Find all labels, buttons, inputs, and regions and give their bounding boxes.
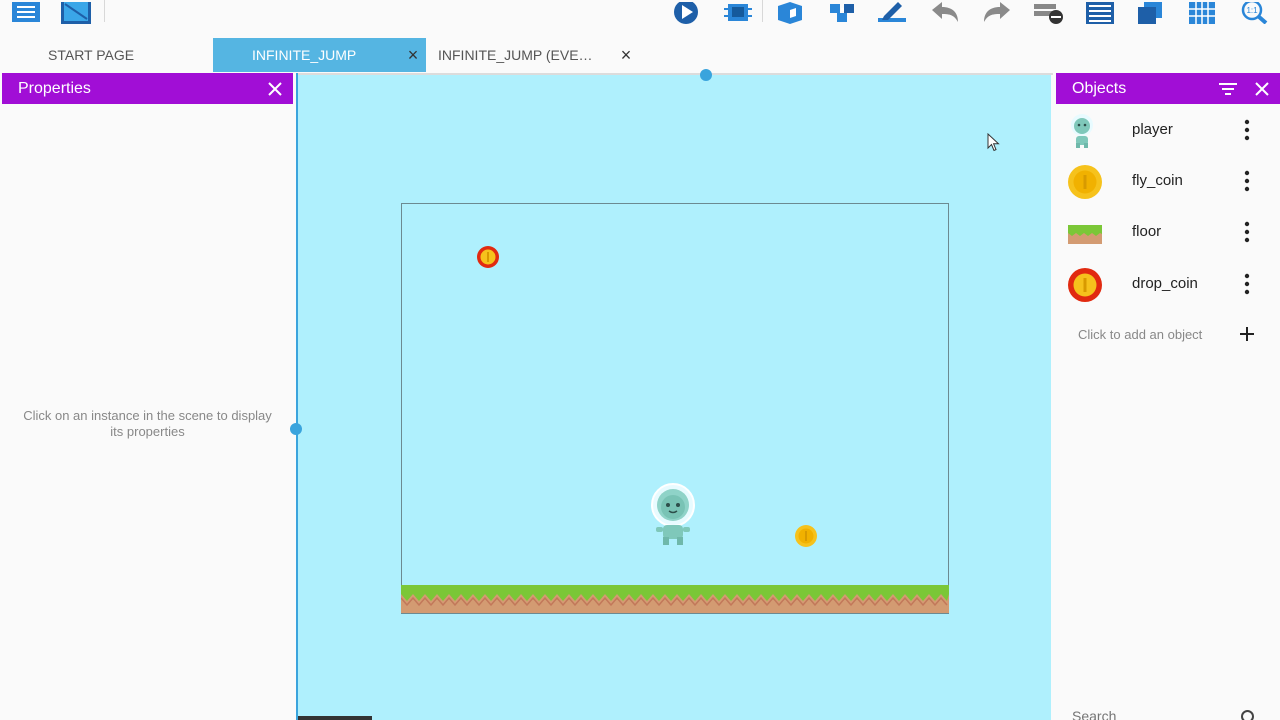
toolbar-separator — [104, 0, 105, 22]
panel-resize-handle[interactable] — [700, 69, 712, 81]
plus-icon — [1240, 327, 1254, 341]
scene-editor-icon[interactable] — [60, 0, 92, 26]
mouse-cursor-icon — [987, 133, 1000, 152]
panel-resize-handle[interactable] — [290, 423, 302, 435]
object-item-player[interactable]: player — [1056, 105, 1280, 155]
grid-icon[interactable] — [1186, 0, 1218, 26]
object-search — [1056, 703, 1280, 720]
object-name: floor — [1132, 223, 1162, 240]
more-options-icon[interactable] — [1242, 221, 1252, 243]
properties-empty-line: its properties — [110, 424, 185, 439]
fly-coin-instance[interactable] — [794, 524, 818, 548]
scene-scrollbar[interactable] — [298, 716, 372, 720]
zoom-reset-icon[interactable]: 1:1 — [1238, 0, 1270, 26]
more-options-icon[interactable] — [1242, 119, 1252, 141]
object-groups-icon[interactable] — [826, 0, 858, 26]
redo-icon[interactable] — [980, 0, 1012, 26]
instances-list-icon[interactable] — [1084, 0, 1116, 26]
gold-coin-icon — [1068, 165, 1102, 199]
search-input[interactable] — [1072, 708, 1242, 720]
properties-panel: Properties Click on an instance in the s… — [2, 73, 293, 720]
objects-title: Objects — [1072, 79, 1127, 97]
object-icon[interactable] — [774, 0, 806, 26]
tab-label: START PAGE — [48, 47, 135, 63]
layers-icon[interactable] — [1134, 0, 1166, 26]
game-editor-window: 1:1 START PAGE INFINITE_JUMP × INFINITE_… — [0, 0, 1280, 720]
toolbar: 1:1 — [0, 0, 1280, 34]
red-coin-icon — [1068, 268, 1102, 302]
objects-panel: Objects player fly_coin floor drop_coin … — [1056, 73, 1280, 720]
properties-empty-message: Click on an instance in the scene to dis… — [2, 408, 293, 440]
toolbar-separator — [762, 0, 763, 22]
floor-instance[interactable] — [401, 585, 949, 613]
filter-icon[interactable] — [1218, 80, 1238, 98]
delete-icon[interactable] — [1032, 0, 1064, 26]
debugger-icon[interactable] — [722, 0, 754, 26]
more-options-icon[interactable] — [1242, 170, 1252, 192]
drop-coin-instance[interactable] — [476, 245, 500, 269]
search-icon[interactable] — [1240, 709, 1258, 720]
close-icon[interactable] — [1253, 80, 1271, 98]
scene-top-border — [298, 73, 1053, 75]
properties-empty-line: Click on an instance in the scene to dis… — [23, 408, 272, 423]
properties-title: Properties — [18, 79, 91, 97]
player-instance[interactable] — [648, 483, 698, 547]
object-name: drop_coin — [1132, 275, 1198, 292]
undo-icon[interactable] — [930, 0, 962, 26]
objects-header: Objects — [1056, 73, 1280, 104]
edit-properties-icon[interactable] — [876, 0, 908, 26]
tab-label: INFINITE_JUMP — [252, 47, 357, 63]
close-icon[interactable] — [266, 80, 284, 98]
object-name: fly_coin — [1132, 172, 1183, 189]
tab-label: INFINITE_JUMP (EVE… — [438, 47, 593, 63]
object-item-fly-coin[interactable]: fly_coin — [1056, 156, 1280, 206]
more-options-icon[interactable] — [1242, 273, 1252, 295]
preview-play-icon[interactable] — [670, 0, 702, 26]
tab-infinite-jump[interactable]: INFINITE_JUMP × — [213, 38, 426, 72]
close-tab-icon[interactable]: × — [405, 46, 421, 64]
scene-canvas[interactable] — [290, 69, 1053, 720]
add-object-button[interactable]: Click to add an object — [1056, 318, 1280, 352]
object-name: player — [1132, 121, 1173, 138]
close-tab-icon[interactable]: × — [618, 46, 634, 64]
project-manager-icon[interactable] — [10, 0, 42, 26]
tab-infinite-jump-events[interactable]: INFINITE_JUMP (EVE… × — [426, 38, 636, 72]
add-object-label: Click to add an object — [1078, 327, 1203, 342]
properties-header: Properties — [2, 73, 293, 104]
grass-tile-icon — [1068, 225, 1102, 244]
editor-tabs: START PAGE INFINITE_JUMP × INFINITE_JUMP… — [0, 38, 1280, 72]
player-sprite-icon — [1071, 114, 1093, 148]
tab-start-page[interactable]: START PAGE — [0, 38, 212, 72]
svg-text:1:1: 1:1 — [1246, 6, 1258, 15]
object-item-drop-coin[interactable]: drop_coin — [1056, 259, 1280, 309]
object-item-floor[interactable]: floor — [1056, 207, 1280, 257]
